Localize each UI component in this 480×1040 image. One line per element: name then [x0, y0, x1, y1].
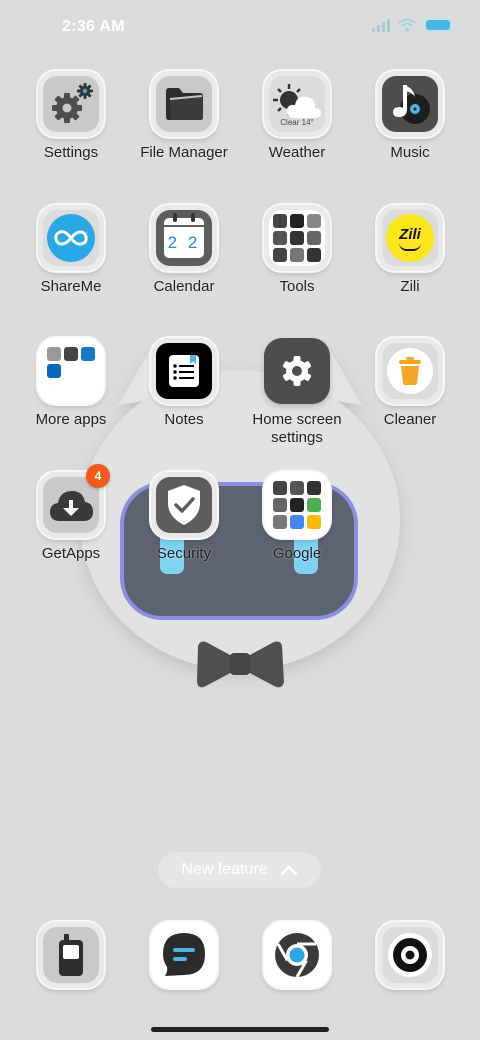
- app-label: Weather: [268, 144, 326, 161]
- app-zili[interactable]: Zili Zili: [350, 205, 470, 296]
- status-bar: 2:36 AM: [0, 0, 480, 56]
- app-home-screen-settings[interactable]: Home screen settings: [237, 338, 357, 447]
- dock-browser[interactable]: [237, 922, 357, 988]
- folder-tools[interactable]: Tools: [237, 205, 357, 296]
- calendar-icon: 2 2: [164, 213, 204, 258]
- dock-browser-tile[interactable]: [264, 922, 330, 988]
- gear-icon: [52, 83, 93, 123]
- app-calendar[interactable]: 2 2 Calendar: [124, 205, 244, 296]
- weather-condition: Clear 14°: [280, 117, 314, 127]
- music-icon: [393, 85, 430, 124]
- clock: 2:36 AM: [62, 18, 125, 35]
- folder-grid-icon: [47, 347, 95, 395]
- new-feature-label: New feature: [181, 861, 268, 878]
- signal-icon: [372, 18, 390, 32]
- app-shareme-tile[interactable]: [38, 205, 104, 271]
- app-label: File Manager: [140, 144, 228, 161]
- notes-icon: [169, 355, 199, 387]
- app-cleaner-tile[interactable]: [377, 338, 443, 404]
- battery-icon: [424, 18, 452, 32]
- folder-more-apps-tile[interactable]: [38, 338, 104, 404]
- zili-icon: Zili: [386, 214, 434, 262]
- app-label: Calendar: [153, 278, 215, 295]
- app-weather[interactable]: Clear 14° Weather: [237, 71, 357, 162]
- app-getapps[interactable]: 4 GetApps: [11, 464, 131, 563]
- dock-messages-tile[interactable]: [151, 922, 217, 988]
- chat-icon: [163, 933, 205, 976]
- phone-icon: [59, 934, 83, 976]
- app-notes-tile[interactable]: [151, 338, 217, 404]
- folder-grid-icon: [273, 214, 321, 262]
- camera-icon: [388, 933, 432, 977]
- new-feature-button[interactable]: New feature: [158, 852, 321, 888]
- app-label: Music: [390, 144, 430, 161]
- dock-camera[interactable]: [350, 922, 470, 988]
- wifi-icon: [398, 18, 416, 32]
- app-label: Cleaner: [383, 411, 437, 428]
- zili-logo-text: Zili: [399, 225, 421, 243]
- app-label: Home screen settings: [252, 411, 342, 446]
- app-label: GetApps: [41, 545, 101, 562]
- app-label: Settings: [43, 144, 99, 161]
- app-notes[interactable]: Notes: [124, 338, 244, 429]
- app-security-tile[interactable]: [151, 472, 217, 538]
- folder-google-tile[interactable]: [264, 472, 330, 538]
- app-label: Zili: [400, 278, 420, 295]
- home-indicator[interactable]: [151, 1027, 329, 1032]
- browser-icon: [275, 933, 319, 978]
- gear-icon: [282, 356, 312, 386]
- dock-phone[interactable]: [11, 922, 131, 988]
- folder-tools-tile[interactable]: [264, 205, 330, 271]
- app-security[interactable]: Security: [124, 472, 244, 563]
- shield-check-icon: [168, 485, 200, 525]
- app-file-manager-tile[interactable]: [151, 71, 217, 137]
- weather-icon: [273, 83, 322, 118]
- app-shareme[interactable]: ShareMe: [11, 205, 131, 296]
- app-label: More apps: [35, 411, 107, 428]
- calendar-date: 2 2: [167, 233, 201, 252]
- dock-phone-tile[interactable]: [38, 922, 104, 988]
- dock-messages[interactable]: [124, 922, 244, 988]
- folder-more-apps[interactable]: More apps: [11, 338, 131, 429]
- app-music[interactable]: Music: [350, 71, 470, 162]
- app-file-manager[interactable]: File Manager: [124, 71, 244, 162]
- chevron-up-icon: [280, 865, 297, 876]
- app-calendar-tile[interactable]: 2 2: [151, 205, 217, 271]
- status-icons: [372, 18, 452, 32]
- notification-badge: 4: [86, 464, 110, 488]
- app-label: Google: [272, 545, 322, 562]
- app-label: Security: [156, 545, 212, 562]
- folder-google[interactable]: Google: [237, 472, 357, 563]
- app-zili-tile[interactable]: Zili: [377, 205, 443, 271]
- folder-grid-icon: [273, 481, 321, 529]
- trash-icon: [387, 348, 433, 394]
- app-label: Notes: [164, 411, 204, 428]
- infinity-icon: [47, 214, 95, 262]
- app-settings-tile[interactable]: [38, 71, 104, 137]
- app-getapps-tile[interactable]: 4: [38, 464, 110, 538]
- app-cleaner[interactable]: Cleaner: [350, 338, 470, 429]
- app-home-screen-settings-tile[interactable]: [264, 338, 330, 404]
- app-label: Tools: [279, 278, 315, 295]
- cloud-download-icon: [50, 491, 93, 521]
- folder-icon: [166, 88, 203, 120]
- app-settings[interactable]: Settings: [11, 71, 131, 162]
- dock-camera-tile[interactable]: [377, 922, 443, 988]
- app-weather-tile[interactable]: Clear 14°: [264, 71, 330, 137]
- app-music-tile[interactable]: [377, 71, 443, 137]
- app-label: ShareMe: [40, 278, 102, 295]
